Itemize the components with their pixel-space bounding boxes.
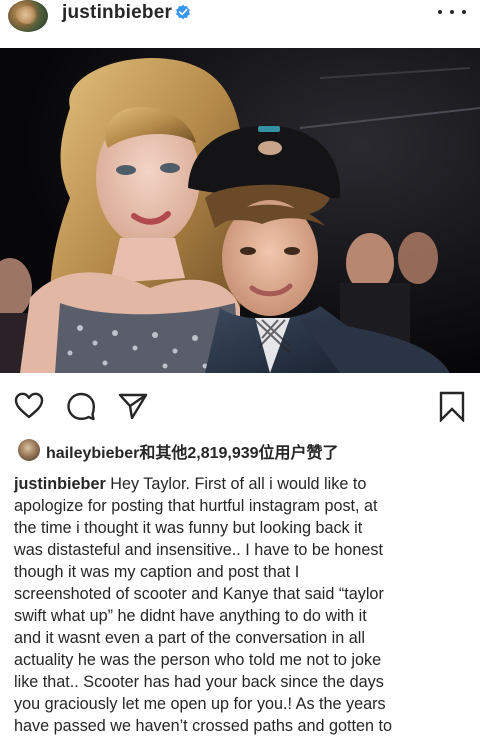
send-icon[interactable]	[117, 390, 149, 422]
likes-summary[interactable]: haileybieber和其他2,819,939位用户赞了	[0, 438, 480, 464]
caption-username[interactable]: justinbieber	[14, 475, 106, 493]
liker-avatar[interactable]	[18, 439, 40, 461]
liker-username[interactable]: haileybieber	[46, 445, 139, 462]
post-actions	[0, 384, 480, 428]
post-caption: justinbieber Hey Taylor. First of all i …	[14, 473, 468, 737]
more-options-icon[interactable]	[438, 2, 466, 22]
post-header: justinbieber	[0, 0, 480, 40]
verified-badge-icon	[176, 4, 190, 20]
likes-count-text[interactable]: 和其他2,819,939位用户赞了	[139, 445, 338, 462]
profile-avatar[interactable]	[8, 0, 48, 32]
post-username[interactable]: justinbieber	[62, 2, 172, 24]
photo-illustration	[0, 48, 480, 373]
heart-icon[interactable]	[13, 390, 45, 422]
post-photo[interactable]	[0, 48, 480, 373]
caption-text: Hey Taylor. First of all i would like to…	[14, 475, 392, 735]
bookmark-icon[interactable]	[436, 390, 468, 422]
likes-text: haileybieber和其他2,819,939位用户赞了	[46, 439, 339, 463]
comment-icon[interactable]	[65, 390, 97, 422]
